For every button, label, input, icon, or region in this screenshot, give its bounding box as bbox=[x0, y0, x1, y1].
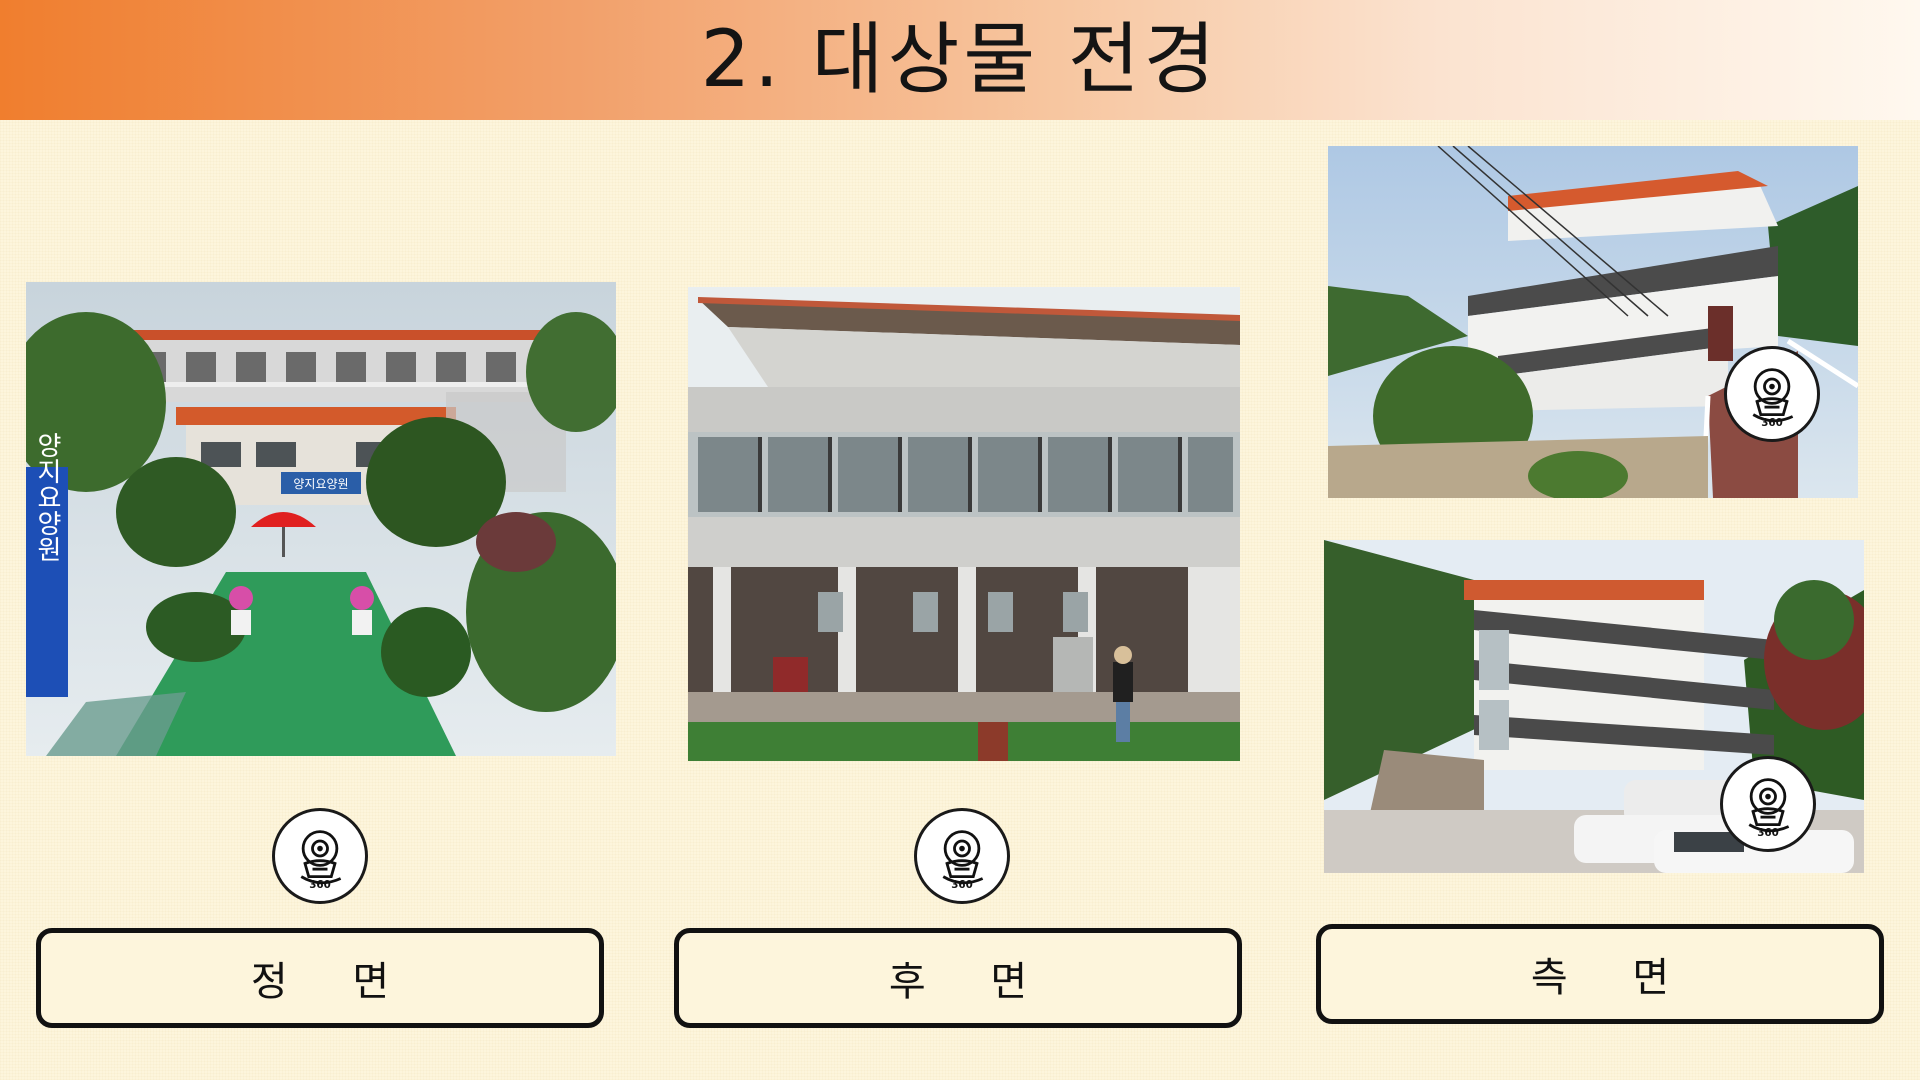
slide-background: 2. 대상물 전경 양지요양원 양지요양원 360 360 360 360 정 … bbox=[0, 0, 1920, 1080]
rear-view-button[interactable]: 후 면 bbox=[674, 928, 1242, 1028]
side-view-photo-2[interactable]: 360 bbox=[1324, 540, 1864, 873]
front-view-button[interactable]: 정 면 bbox=[36, 928, 604, 1028]
rear-view-photo[interactable] bbox=[688, 287, 1240, 761]
camera-360-icon[interactable]: 360 bbox=[272, 808, 368, 904]
icon-360-text: 360 bbox=[309, 879, 331, 891]
camera-360-icon[interactable]: 360 bbox=[1724, 346, 1820, 442]
vertical-sign-text: 양지요양원 bbox=[32, 432, 62, 562]
page-title: 2. 대상물 전경 bbox=[700, 15, 1220, 105]
icon-360-text: 360 bbox=[951, 879, 973, 891]
side-view-button[interactable]: 측 면 bbox=[1316, 924, 1884, 1024]
building-sign-text: 양지요양원 bbox=[293, 477, 348, 491]
icon-360-text: 360 bbox=[1757, 827, 1779, 839]
front-view-photo[interactable]: 양지요양원 양지요양원 bbox=[26, 282, 616, 756]
side-view-photo-1[interactable]: 360 bbox=[1328, 146, 1858, 498]
camera-360-icon[interactable]: 360 bbox=[914, 808, 1010, 904]
icon-360-text: 360 bbox=[1761, 417, 1783, 429]
camera-360-icon[interactable]: 360 bbox=[1720, 756, 1816, 852]
